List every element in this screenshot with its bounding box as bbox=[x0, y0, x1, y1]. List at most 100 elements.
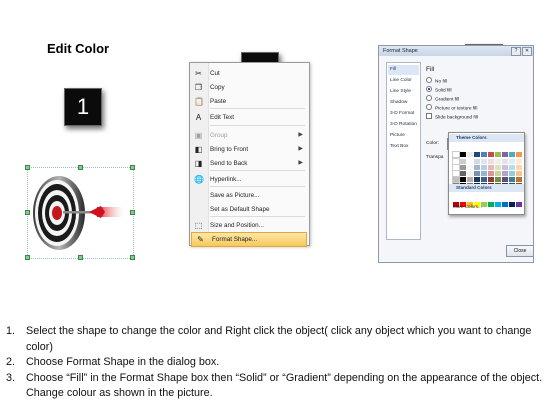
category-line-style[interactable]: Line Style bbox=[388, 87, 419, 97]
dialog-titlebar: Format Shape ? ✕ bbox=[379, 46, 533, 56]
menu-item-set-as-default-shape[interactable]: Set as Default Shape bbox=[190, 203, 307, 216]
hyperlink-icon: 🌐 bbox=[194, 175, 204, 184]
menu-item-save-as-picture[interactable]: Save as Picture... bbox=[190, 189, 307, 202]
target-shape-selection[interactable] bbox=[25, 165, 135, 260]
menu-item-cut[interactable]: ✂ Cut bbox=[190, 67, 307, 80]
menu-item-label: Cut bbox=[210, 70, 220, 77]
step-text: Choose “Fill” in the Format Shape box th… bbox=[26, 371, 543, 400]
send-back-icon: ◨ bbox=[194, 159, 203, 168]
fill-option-solid-fill[interactable]: Solid fill bbox=[426, 86, 452, 94]
color-swatch[interactable] bbox=[495, 202, 501, 207]
section-title: Fill bbox=[426, 66, 435, 73]
category-shadow[interactable]: Shadow bbox=[388, 98, 419, 108]
checkbox[interactable] bbox=[426, 113, 432, 119]
step-number: 1. bbox=[6, 325, 16, 337]
more-colors-link[interactable]: More Colors... bbox=[453, 204, 482, 209]
step-text: Select the shape to change the color and… bbox=[26, 325, 532, 353]
category-line-color[interactable]: Line Color bbox=[388, 76, 419, 86]
target-dart-graphic bbox=[33, 176, 127, 250]
color-swatch[interactable] bbox=[488, 202, 494, 207]
menu-item-hyperlink[interactable]: 🌐 Hyperlink... bbox=[190, 173, 307, 186]
radio-button[interactable] bbox=[426, 77, 432, 83]
fill-option-slide-background-fill[interactable]: Slide background fill bbox=[426, 113, 478, 121]
menu-item-label: Size and Position... bbox=[210, 222, 264, 229]
fill-option-gradient-fill[interactable]: Gradient fill bbox=[426, 95, 460, 103]
close-icon[interactable]: ✕ bbox=[522, 47, 532, 56]
menu-item-paste[interactable]: 📋 Paste bbox=[190, 95, 307, 108]
context-menu: ✂ Cut ❐ Copy 📋 Paste A Edit Text ▣ Group ▶ ◧ Bring t… bbox=[189, 62, 310, 247]
menu-item-label: Edit Text bbox=[210, 114, 235, 121]
step-badge-1: 1 bbox=[64, 88, 102, 126]
menu-separator bbox=[210, 125, 305, 126]
menu-item-format-shape[interactable]: ✎ Format Shape... bbox=[191, 232, 307, 247]
category-text-box[interactable]: Text Box bbox=[388, 142, 419, 152]
page-title: Edit Color bbox=[47, 41, 110, 56]
submenu-arrow-icon: ▶ bbox=[298, 132, 303, 138]
bring-front-icon: ◧ bbox=[194, 145, 203, 154]
category-3-d-format[interactable]: 3-D Format bbox=[388, 109, 419, 119]
menu-separator bbox=[210, 186, 305, 187]
menu-separator bbox=[210, 108, 305, 109]
category-fill[interactable]: Fill bbox=[388, 65, 419, 75]
close-button[interactable]: Close bbox=[506, 245, 534, 257]
theme-color-row bbox=[452, 144, 523, 158]
group-icon: ▣ bbox=[194, 131, 203, 140]
menu-separator bbox=[210, 216, 305, 217]
option-label: No fill bbox=[435, 79, 447, 85]
menu-item-label: Paste bbox=[210, 98, 227, 105]
color-label: Color: bbox=[426, 141, 439, 146]
radio-button[interactable] bbox=[426, 86, 432, 92]
color-swatch[interactable] bbox=[481, 202, 487, 207]
menu-item-group[interactable]: ▣ Group ▶ bbox=[190, 129, 307, 142]
step-number: 2. bbox=[6, 356, 16, 368]
fill-option-no-fill[interactable]: No fill bbox=[426, 77, 447, 85]
paste-icon: 📋 bbox=[194, 97, 204, 106]
step-text: Choose Format Shape in the dialog box. bbox=[26, 356, 220, 368]
menu-item-label: Group bbox=[210, 132, 228, 139]
color-palette-popup: Theme Colors Standard Colors More Colors… bbox=[448, 132, 525, 215]
submenu-arrow-icon: ▶ bbox=[298, 160, 303, 166]
menu-item-size-and-position[interactable]: ⬚ Size and Position... bbox=[190, 219, 307, 232]
edit-text-icon: A bbox=[195, 113, 202, 122]
help-icon[interactable]: ? bbox=[511, 47, 521, 56]
standard-colors-header: Standard Colors bbox=[449, 184, 524, 192]
option-label: Picture or texture fill bbox=[435, 106, 478, 112]
scissors-icon: ✂ bbox=[195, 69, 202, 78]
fill-option-picture-or-texture-fill[interactable]: Picture or texture fill bbox=[426, 104, 478, 112]
option-label: Slide background fill bbox=[435, 115, 478, 121]
category-3-d-rotation[interactable]: 3-D Rotation bbox=[388, 120, 419, 130]
menu-item-send-to-back[interactable]: ◨ Send to Back ▶ bbox=[190, 157, 307, 170]
menu-separator bbox=[210, 170, 305, 171]
category-picture[interactable]: Picture bbox=[388, 131, 419, 141]
color-swatch[interactable] bbox=[516, 202, 522, 207]
instructions-list: 1. Select the shape to change the color … bbox=[6, 324, 558, 402]
option-label: Gradient fill bbox=[435, 97, 460, 103]
dialog-title: Format Shape bbox=[383, 48, 418, 54]
step-number: 3. bbox=[6, 371, 16, 384]
theme-colors-header: Theme Colors bbox=[449, 134, 524, 142]
menu-item-bring-to-front[interactable]: ◧ Bring to Front ▶ bbox=[190, 143, 307, 156]
menu-item-copy[interactable]: ❐ Copy bbox=[190, 81, 307, 94]
menu-item-label: Copy bbox=[210, 84, 225, 91]
submenu-arrow-icon: ▶ bbox=[298, 146, 303, 152]
menu-item-label: Set as Default Shape bbox=[210, 206, 270, 213]
size-position-icon: ⬚ bbox=[194, 221, 203, 230]
radio-button[interactable] bbox=[426, 104, 432, 110]
category-list: Fill Line Color Line Style Shadow 3-D Format… bbox=[386, 62, 421, 240]
color-swatch[interactable] bbox=[502, 202, 508, 207]
copy-icon: ❐ bbox=[194, 83, 203, 92]
standard-color-row bbox=[453, 194, 523, 207]
color-swatch[interactable] bbox=[509, 202, 515, 207]
instruction-step: 2. Choose Format Shape in the dialog box… bbox=[6, 355, 558, 371]
instruction-step: 1. Select the shape to change the color … bbox=[6, 324, 558, 355]
menu-item-label: Bring to Front bbox=[210, 146, 249, 153]
theme-color-row bbox=[452, 175, 523, 189]
instruction-step: 3. Choose “Fill” in the Format Shape box… bbox=[6, 371, 558, 402]
menu-item-label: Hyperlink... bbox=[210, 176, 242, 183]
menu-item-label: Format Shape... bbox=[212, 236, 258, 243]
radio-button[interactable] bbox=[426, 95, 432, 101]
option-label: Solid fill bbox=[435, 88, 452, 94]
transparency-label: Transpa bbox=[426, 155, 444, 160]
format-shape-icon: ✎ bbox=[197, 235, 204, 244]
menu-item-edit-text[interactable]: A Edit Text bbox=[190, 111, 307, 124]
